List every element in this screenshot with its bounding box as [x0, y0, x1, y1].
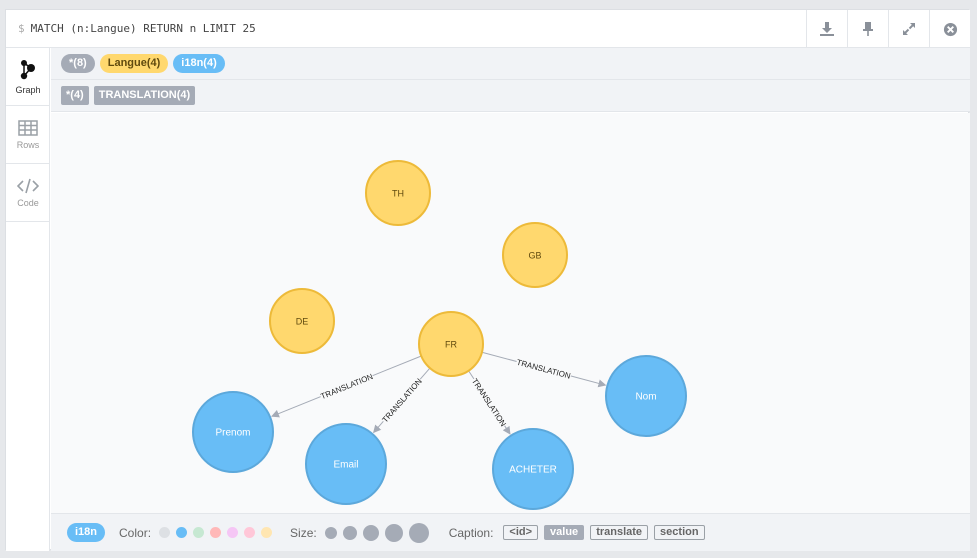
sidebar-item-label: Code: [17, 197, 39, 208]
color-swatch[interactable]: [227, 527, 239, 538]
relationship-type-legend: *(4) TRANSLATION(4): [51, 80, 970, 112]
graph-icon: [20, 59, 35, 79]
color-label: Color:: [119, 525, 152, 540]
result-frame: $ MATCH (n:Langue) RETURN n LIMIT 25 Grap…: [5, 9, 970, 551]
node-label-legend: *(8) Langue(4) i18n(4): [51, 48, 970, 80]
relationship-label: TRANSLATION: [319, 372, 374, 401]
color-swatch[interactable]: [176, 527, 188, 538]
size-label: Size:: [290, 525, 317, 540]
size-option[interactable]: [342, 525, 357, 540]
graph-canvas[interactable]: TRANSLATION TRANSLATION TRANSLATION TRANSLA…: [51, 113, 970, 513]
query-bar: $ MATCH (n:Langue) RETURN n LIMIT 25: [6, 10, 970, 48]
label-pill-all[interactable]: *(8): [61, 54, 95, 73]
color-swatch[interactable]: [159, 527, 171, 538]
graph-node-caption: Email: [333, 460, 358, 471]
pin-button[interactable]: [847, 10, 888, 48]
graph-node-caption: ACHETER: [509, 465, 557, 476]
close-icon: [943, 22, 957, 36]
pin-icon: [863, 22, 873, 36]
graph-node-caption: DE: [296, 317, 309, 327]
caption-option[interactable]: value: [544, 525, 585, 540]
relationship-label: TRANSLATION: [516, 358, 572, 381]
label-pill-langue[interactable]: Langue(4): [99, 54, 169, 73]
size-option[interactable]: [324, 526, 337, 539]
graph-svg[interactable]: TRANSLATION TRANSLATION TRANSLATIONTRANSLA…: [51, 113, 970, 513]
graph-node-caption: Prenom: [215, 428, 250, 439]
caption-options: <id> value translate section: [497, 525, 705, 540]
color-swatch[interactable]: [210, 527, 222, 538]
graph-node-caption: Nom: [635, 392, 656, 403]
sidebar-item-label: Graph: [15, 84, 41, 95]
size-option[interactable]: [362, 524, 379, 541]
expand-icon: [903, 23, 915, 35]
style-footer: i18n Color: Size: Caption: <id> value tran…: [51, 513, 970, 551]
close-button[interactable]: [929, 10, 970, 48]
sidebar-item-label: Rows: [16, 139, 40, 150]
query-string: MATCH (n:Langue) RETURN n LIMIT 25: [30, 22, 256, 35]
view-sidebar: Graph Rows Code: [6, 48, 50, 551]
graph-node-caption: GB: [528, 251, 541, 261]
size-option[interactable]: [384, 523, 403, 542]
prompt-symbol: $: [18, 22, 25, 35]
sidebar-item-rows[interactable]: Rows: [6, 106, 50, 164]
caption-option[interactable]: section: [654, 525, 705, 540]
code-icon: [17, 178, 39, 193]
label-pill-i18n[interactable]: i18n(4): [173, 54, 225, 73]
size-option[interactable]: [408, 522, 429, 543]
rel-pill-all[interactable]: *(4): [61, 86, 89, 105]
color-swatches: [159, 527, 278, 538]
sidebar-item-code[interactable]: Code: [6, 164, 50, 222]
sidebar-item-graph[interactable]: Graph: [6, 48, 50, 106]
rel-pill-translation[interactable]: TRANSLATION(4): [93, 86, 196, 105]
caption-option[interactable]: translate: [590, 525, 649, 540]
size-options: [324, 522, 435, 543]
relationship-label: TRANSLATION: [381, 377, 424, 425]
caption-label: Caption:: [448, 525, 494, 540]
table-icon: [18, 119, 38, 136]
caption-option[interactable]: <id>: [503, 525, 539, 540]
download-icon: [820, 22, 834, 36]
color-swatch[interactable]: [261, 527, 273, 538]
download-button[interactable]: [806, 10, 847, 48]
graph-node-caption: FR: [445, 340, 457, 350]
selected-label-pill[interactable]: i18n: [67, 523, 106, 542]
query-text[interactable]: $ MATCH (n:Langue) RETURN n LIMIT 25: [18, 22, 256, 35]
color-swatch[interactable]: [244, 527, 256, 538]
relationship-label: TRANSLATION: [470, 377, 508, 428]
color-swatch[interactable]: [193, 527, 205, 538]
graph-node-caption: TH: [392, 189, 404, 199]
fullscreen-button[interactable]: [888, 10, 929, 48]
